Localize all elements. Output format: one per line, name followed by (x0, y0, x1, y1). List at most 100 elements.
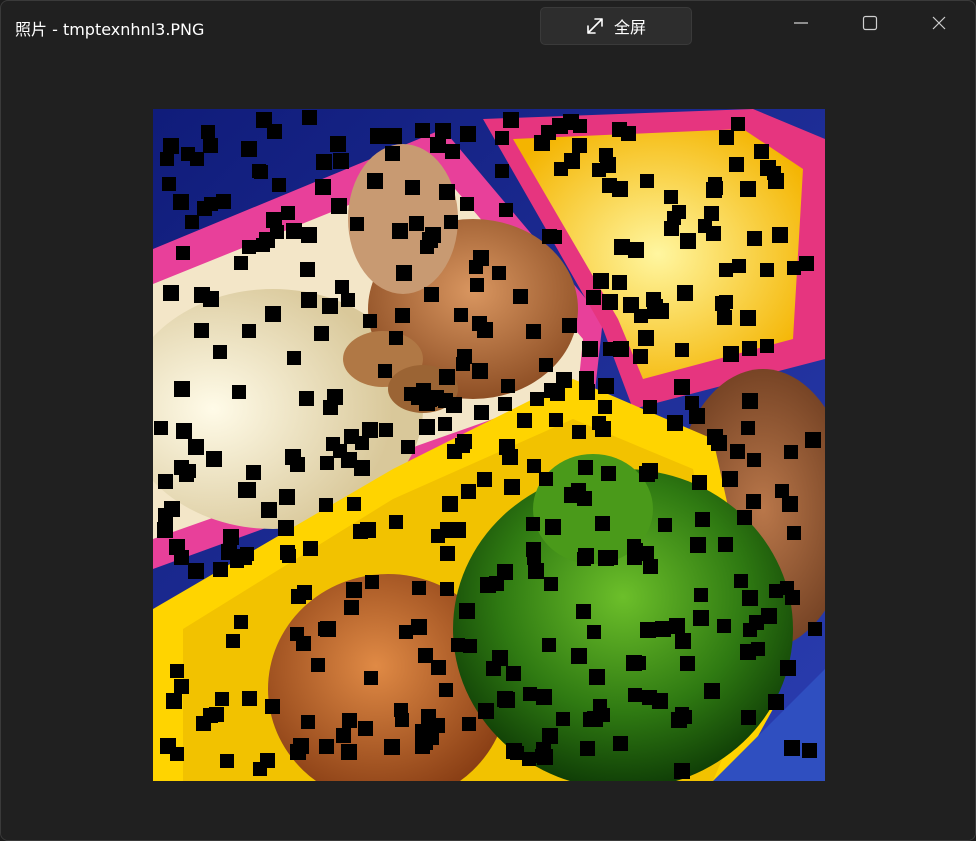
fullscreen-button[interactable]: 全屏 (540, 7, 692, 45)
noise-square (301, 292, 317, 308)
noise-square (185, 215, 199, 229)
noise-square (333, 153, 349, 169)
noise-square (462, 717, 476, 731)
noise-square (719, 263, 733, 277)
noise-square (539, 472, 553, 486)
noise-square (203, 138, 218, 153)
noise-square (163, 138, 179, 154)
noise-square (242, 240, 256, 254)
noise-square (154, 421, 168, 435)
noise-square (197, 201, 212, 216)
noise-square (362, 422, 378, 438)
noise-square (633, 349, 648, 364)
noise-square (240, 482, 256, 498)
noise-square (674, 763, 690, 779)
noise-square (419, 395, 435, 411)
noise-square (421, 709, 436, 724)
noise-square (265, 306, 281, 322)
noise-square (760, 160, 776, 176)
maximize-button[interactable] (836, 1, 904, 49)
noise-square (188, 563, 204, 579)
noise-square (431, 660, 446, 675)
minimize-button[interactable] (767, 1, 835, 49)
noise-square (379, 423, 393, 437)
noise-square (360, 522, 376, 538)
noise-square (526, 542, 541, 557)
noise-square (336, 728, 351, 743)
noise-square (719, 130, 734, 145)
noise-square (319, 498, 333, 512)
noise-square (459, 603, 475, 619)
noise-square (692, 475, 707, 490)
noise-square (747, 231, 762, 246)
noise-square (787, 526, 801, 540)
noise-square (157, 522, 173, 538)
noise-square (300, 262, 315, 277)
noise-square (536, 742, 551, 757)
noise-square (680, 656, 695, 671)
noise-square (746, 494, 761, 509)
close-button[interactable] (905, 1, 973, 49)
noise-square (628, 242, 644, 258)
noise-square (598, 378, 614, 394)
noise-square (455, 438, 470, 453)
noise-square (632, 656, 646, 670)
noise-square (281, 206, 295, 220)
noise-square (502, 449, 518, 465)
noise-square (741, 421, 755, 435)
noise-square (723, 346, 739, 362)
noise-square (215, 692, 229, 706)
noise-square (549, 413, 563, 427)
noise-square (213, 345, 227, 359)
noise-square (160, 152, 174, 166)
noise-square (542, 728, 558, 744)
noise-square (672, 205, 686, 219)
noise-square (513, 289, 528, 304)
noise-square (450, 522, 466, 538)
noise-square (451, 638, 465, 652)
noise-square (732, 259, 746, 273)
noise-square (742, 590, 758, 606)
noise-square (456, 357, 470, 371)
noise-square (196, 716, 211, 731)
noise-square (579, 371, 594, 386)
noise-square (737, 510, 752, 525)
noise-square (586, 290, 601, 305)
photo-viewer-canvas[interactable] (1, 51, 975, 840)
minimize-icon (793, 15, 809, 35)
title-bar[interactable]: 照片 - tmptexnhnl3.PNG 全屏 (1, 1, 975, 51)
noise-square (579, 384, 595, 400)
noise-square (301, 227, 317, 243)
noise-square (389, 515, 403, 529)
noise-square (287, 351, 301, 365)
noise-square (780, 660, 796, 676)
noise-square (572, 425, 586, 439)
noise-square (162, 177, 176, 191)
noise-square (593, 699, 607, 713)
noise-square (612, 275, 627, 290)
noise-square (669, 618, 685, 634)
noise-square (327, 389, 343, 405)
noise-square (782, 496, 798, 512)
displayed-photo[interactable] (153, 109, 825, 781)
noise-square (420, 240, 434, 254)
noise-square (267, 124, 282, 139)
noise-square (460, 197, 474, 211)
noise-square (530, 392, 544, 406)
noise-square (707, 429, 723, 445)
noise-square (489, 576, 504, 591)
noise-square (396, 265, 412, 281)
noise-square (704, 683, 720, 699)
noise-square (526, 517, 540, 531)
noise-square (576, 604, 591, 619)
noise-square (709, 181, 723, 195)
noise-square (760, 339, 774, 353)
noise-square (259, 232, 275, 248)
noise-square (326, 437, 340, 451)
noise-square (394, 703, 408, 717)
noise-square (715, 296, 730, 311)
noise-square (174, 679, 189, 694)
bento-photo-image (153, 109, 825, 781)
noise-square (314, 326, 329, 341)
noise-square (316, 154, 332, 170)
